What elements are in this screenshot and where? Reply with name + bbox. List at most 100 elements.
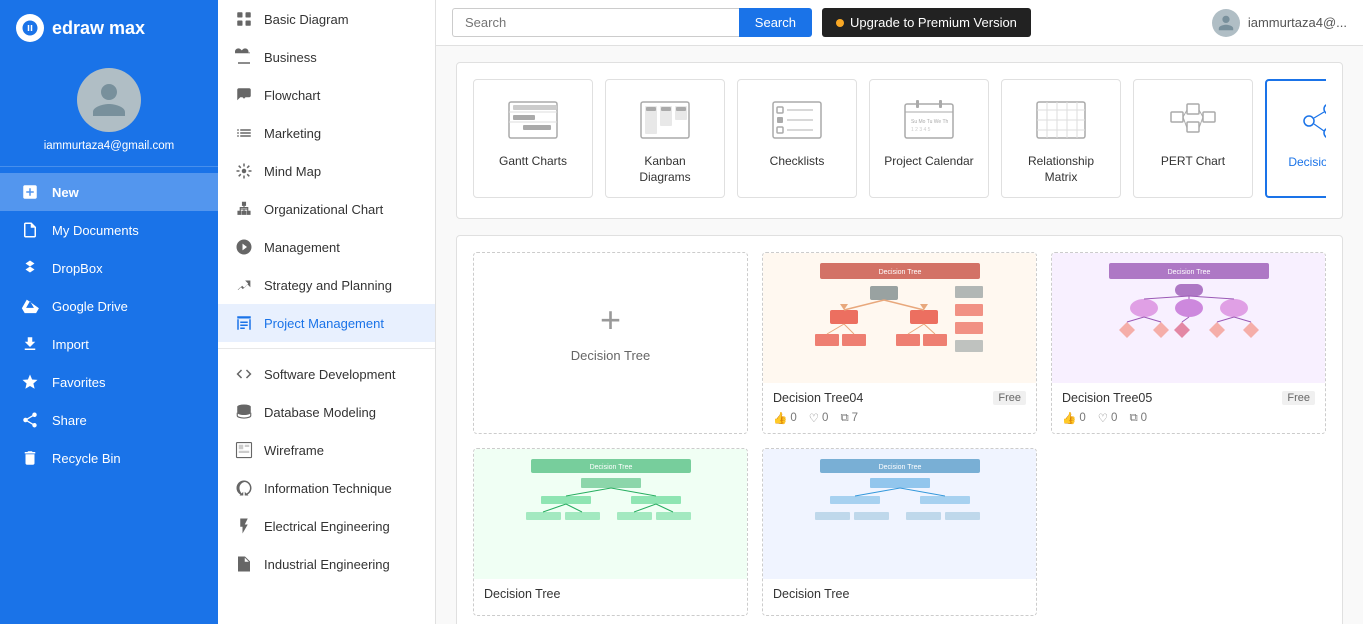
menu-item-flowchart-label: Flowchart <box>264 88 320 103</box>
template-cards-grid: + Decision Tree Decision Tree <box>473 252 1326 616</box>
extra1-info: Decision Tree <box>474 579 747 615</box>
pert-chart-icon <box>1165 96 1221 144</box>
category-card-relationship-matrix[interactable]: Relationship Matrix <box>1001 79 1121 198</box>
menu-panel: Basic Diagram Business Flowchart Marketi… <box>218 0 436 624</box>
sidebar-item-favorites[interactable]: Favorites <box>0 363 218 401</box>
svg-text:Su Mo Tu We Th: Su Mo Tu We Th <box>911 119 949 125</box>
dt05-title-row: Decision Tree05 Free <box>1062 391 1315 405</box>
checklists-icon <box>769 96 825 144</box>
like-icon: 👍 <box>773 411 787 425</box>
recycle-bin-icon <box>20 448 40 468</box>
menu-item-org-chart[interactable]: Organizational Chart <box>218 190 435 228</box>
dt04-title-row: Decision Tree04 Free <box>773 391 1026 405</box>
upgrade-button[interactable]: Upgrade to Premium Version <box>822 8 1031 37</box>
template-card-dt05[interactable]: Decision Tree <box>1051 252 1326 434</box>
sidebar-item-dropbox[interactable]: DropBox <box>0 249 218 287</box>
import-icon <box>20 334 40 354</box>
heart-icon-2: ♡ <box>1098 411 1108 425</box>
template-card-extra1[interactable]: Decision Tree <box>473 448 748 616</box>
gantt-label: Gantt Charts <box>499 154 567 170</box>
menu-item-marketing[interactable]: Marketing <box>218 114 435 152</box>
menu-item-database[interactable]: Database Modeling <box>218 393 435 431</box>
svg-text:1 2 3 4 5: 1 2 3 4 5 <box>911 127 931 133</box>
template-card-blank[interactable]: + Decision Tree <box>473 252 748 434</box>
menu-item-management[interactable]: Management <box>218 228 435 266</box>
category-card-gantt[interactable]: Gantt Charts <box>473 79 593 198</box>
project-management-icon <box>234 313 254 333</box>
category-card-decision-tree[interactable]: Decision Tree <box>1265 79 1326 198</box>
menu-item-info-tech[interactable]: Information Technique <box>218 469 435 507</box>
menu-item-strategy-label: Strategy and Planning <box>264 278 392 293</box>
menu-item-mind-map[interactable]: Mind Map <box>218 152 435 190</box>
menu-item-info-tech-label: Information Technique <box>264 481 392 496</box>
menu-item-project-management-label: Project Management <box>264 316 384 331</box>
sidebar-item-recycle-bin-label: Recycle Bin <box>52 451 121 466</box>
strategy-icon <box>234 275 254 295</box>
relationship-matrix-icon <box>1033 96 1089 144</box>
checklists-label: Checklists <box>770 154 825 170</box>
menu-item-flowchart[interactable]: Flowchart <box>218 76 435 114</box>
search-button[interactable]: Search <box>739 8 812 37</box>
menu-item-business[interactable]: Business <box>218 38 435 76</box>
upgrade-label: Upgrade to Premium Version <box>850 15 1017 30</box>
kanban-icon <box>637 96 693 144</box>
new-icon <box>20 182 40 202</box>
user-info: iammurtaza4@... <box>1212 9 1347 37</box>
menu-item-basic-diagram-label: Basic Diagram <box>264 12 349 27</box>
wireframe-icon <box>234 440 254 460</box>
dt05-preview: Decision Tree <box>1052 253 1325 383</box>
dt05-hearts: ♡ 0 <box>1098 411 1118 425</box>
svg-text:Decision Tree: Decision Tree <box>589 464 632 471</box>
dt04-preview: Decision Tree <box>763 253 1036 383</box>
share-icon <box>20 410 40 430</box>
template-card-dt04[interactable]: Decision Tree <box>762 252 1037 434</box>
category-card-pert-chart[interactable]: PERT Chart <box>1133 79 1253 198</box>
google-drive-icon <box>20 296 40 316</box>
basic-diagram-icon <box>234 9 254 29</box>
sidebar-item-new[interactable]: New <box>0 173 218 211</box>
sidebar-item-import[interactable]: Import <box>0 325 218 363</box>
sidebar-item-recycle-bin[interactable]: Recycle Bin <box>0 439 218 477</box>
template-card-extra2[interactable]: Decision Tree <box>762 448 1037 616</box>
menu-item-electrical-label: Electrical Engineering <box>264 519 390 534</box>
relationship-matrix-label: Relationship Matrix <box>1016 154 1106 185</box>
dt05-copies: ⧉ 0 <box>1129 412 1147 425</box>
menu-item-wireframe[interactable]: Wireframe <box>218 431 435 469</box>
menu-item-project-management[interactable]: Project Management <box>218 304 435 342</box>
menu-item-industrial[interactable]: Industrial Engineering <box>218 545 435 583</box>
sidebar-item-my-documents[interactable]: My Documents <box>0 211 218 249</box>
menu-item-strategy[interactable]: Strategy and Planning <box>218 266 435 304</box>
menu-item-management-label: Management <box>264 240 340 255</box>
electrical-icon <box>234 516 254 536</box>
menu-item-electrical[interactable]: Electrical Engineering <box>218 507 435 545</box>
app-name: edraw max <box>52 18 145 39</box>
dt04-badge: Free <box>993 391 1026 405</box>
extra2-info: Decision Tree <box>763 579 1036 615</box>
user-avatar-small <box>1212 9 1240 37</box>
search-input[interactable] <box>452 8 739 37</box>
blank-card-content: + Decision Tree <box>474 253 747 411</box>
sidebar-item-google-drive[interactable]: Google Drive <box>0 287 218 325</box>
menu-divider <box>218 348 435 349</box>
dt04-info: Decision Tree04 Free 👍 0 ♡ 0 <box>763 383 1036 433</box>
menu-item-software-dev-label: Software Development <box>264 367 396 382</box>
main-content: Search Upgrade to Premium Version iammur… <box>436 0 1363 624</box>
menu-item-software-dev[interactable]: Software Development <box>218 355 435 393</box>
category-card-checklists[interactable]: Checklists <box>737 79 857 198</box>
extra2-title-row: Decision Tree <box>773 587 1026 601</box>
menu-item-business-label: Business <box>264 50 317 65</box>
search-container: Search <box>452 8 812 37</box>
dt05-title: Decision Tree05 <box>1062 391 1152 405</box>
template-cards-section: + Decision Tree Decision Tree <box>456 235 1343 624</box>
menu-item-basic-diagram[interactable]: Basic Diagram <box>218 0 435 38</box>
category-card-kanban[interactable]: Kanban Diagrams <box>605 79 725 198</box>
dt04-like-count: 0 <box>790 412 796 424</box>
extra2-preview: Decision Tree <box>763 449 1036 579</box>
category-section: Gantt Charts <box>456 62 1343 219</box>
dt04-actions: 👍 0 ♡ 0 ⧉ 7 <box>773 411 1026 425</box>
category-card-project-calendar[interactable]: Su Mo Tu We Th 1 2 3 4 5 Project Calenda… <box>869 79 989 198</box>
favorites-icon <box>20 372 40 392</box>
sidebar-item-dropbox-label: DropBox <box>52 261 103 276</box>
menu-item-marketing-label: Marketing <box>264 126 321 141</box>
sidebar-item-share[interactable]: Share <box>0 401 218 439</box>
